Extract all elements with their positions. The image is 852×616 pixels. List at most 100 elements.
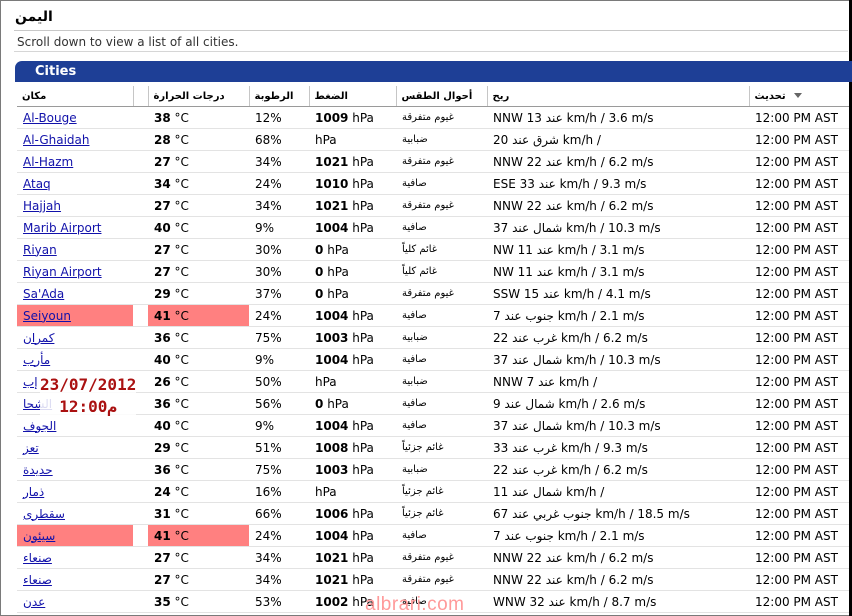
updated-cell: 12:00 PM AST: [749, 458, 849, 481]
city-link[interactable]: Sa'Ada: [23, 287, 64, 301]
city-link[interactable]: Hajjah: [23, 199, 61, 213]
column-header-humidity[interactable]: الرطوبة: [248, 86, 309, 107]
city-link[interactable]: ذمار: [23, 485, 44, 499]
pressure-cell: 0 hPa: [309, 282, 396, 305]
city-link[interactable]: تعز: [23, 441, 39, 455]
pressure-unit: hPa: [352, 440, 374, 455]
city-cell: حديدة: [17, 458, 133, 481]
column-header-conditions[interactable]: أحوال الطقس: [395, 86, 487, 107]
city-link[interactable]: مأرب: [23, 353, 50, 367]
humidity-cell: 56%: [249, 392, 309, 415]
temperature-unit: °C: [174, 110, 189, 125]
table-row: Seiyoun 41 °C 24% 1004 hPa صافية 7 جنوب عند k…: [17, 304, 849, 327]
pressure-value: 0: [315, 286, 324, 301]
city-link[interactable]: عدن: [23, 595, 45, 609]
humidity-cell: 34%: [249, 546, 309, 569]
table-row: الشحا 36 °C 56% 0 hPa صافية 9 شمال عند km/h /…: [17, 392, 849, 415]
column-header-pressure[interactable]: الضغط: [308, 86, 396, 107]
temperature-unit: °C: [174, 440, 189, 455]
pressure-cell: 0 hPa: [309, 260, 396, 283]
temperature-unit: °C: [174, 528, 189, 543]
pressure-cell: 1006 hPa: [309, 502, 396, 525]
pressure-unit: hPa: [352, 572, 374, 587]
city-link[interactable]: Al-Ghaidah: [23, 133, 89, 147]
pressure-cell: 1021 hPa: [309, 150, 396, 173]
updated-cell: 12:00 PM AST: [749, 546, 849, 569]
conditions-cell: غائم جزئياً: [396, 480, 487, 503]
city-link[interactable]: Riyan Airport: [23, 265, 102, 279]
column-header-temperature[interactable]: درجات الحرارة: [147, 86, 249, 107]
title-divider: [14, 30, 848, 31]
pressure-cell: 1021 hPa: [309, 546, 396, 569]
updated-cell: 12:00 PM AST: [749, 392, 849, 415]
wind-cell: NW 11 عند km/h / 3.1 m/s: [487, 260, 749, 283]
city-link[interactable]: حديدة: [23, 463, 53, 477]
city-link[interactable]: صنعاء: [23, 573, 52, 587]
pressure-unit: hPa: [352, 220, 374, 235]
pressure-unit: hPa: [352, 308, 374, 323]
table-header-row: مكان درجات الحرارة الرطوبة الضغط أحوال ا…: [17, 86, 849, 107]
temperature-unit: °C: [174, 264, 189, 279]
sort-descending-icon[interactable]: [793, 93, 802, 98]
city-link[interactable]: سيئون: [23, 529, 55, 543]
temperature-value: 36: [154, 462, 171, 477]
city-cell: Ataq: [17, 172, 133, 195]
wind-cell: NW 11 عند km/h / 3.1 m/s: [487, 238, 749, 261]
pressure-value: 1008: [315, 440, 349, 455]
pressure-unit: hPa: [315, 484, 337, 499]
updated-cell: 12:00 PM AST: [749, 304, 849, 327]
spacer-cell: [133, 260, 148, 283]
temperature-unit: °C: [174, 132, 189, 147]
column-header-city[interactable]: مكان: [17, 86, 133, 107]
column-header-wind[interactable]: ريح: [486, 86, 749, 107]
humidity-cell: 53%: [249, 590, 309, 613]
pressure-cell: 1008 hPa: [309, 436, 396, 459]
city-link[interactable]: صنعاء: [23, 551, 52, 565]
conditions-cell: غائم جزئياً: [396, 502, 487, 525]
city-link[interactable]: Ataq: [23, 177, 51, 191]
conditions-cell: غائم جزئياً: [396, 436, 487, 459]
temperature-cell: 40 °C: [148, 216, 249, 239]
pressure-value: 1002: [315, 594, 349, 609]
cities-panel-title: Cities: [35, 64, 77, 79]
pressure-value: 0: [315, 242, 324, 257]
temperature-value: 31: [154, 506, 171, 521]
column-header-updated[interactable]: تحديث: [748, 86, 849, 107]
humidity-cell: 68%: [249, 128, 309, 151]
pressure-unit: hPa: [352, 352, 374, 367]
city-cell: كمران: [17, 326, 133, 349]
wind-cell: NNW 22 عند km/h / 6.2 m/s: [487, 150, 749, 173]
conditions-cell: غيوم متفرقة: [396, 150, 487, 173]
city-link[interactable]: Marib Airport: [23, 221, 101, 235]
city-link[interactable]: الجوف: [23, 419, 56, 433]
updated-cell: 12:00 PM AST: [749, 216, 849, 239]
temperature-unit: °C: [174, 176, 189, 191]
table-row: Al-Ghaidah 28 °C 68% hPa ضبابية 20 شرق عند k…: [17, 128, 849, 151]
city-link[interactable]: Seiyoun: [23, 309, 71, 323]
humidity-cell: 75%: [249, 458, 309, 481]
pressure-unit: hPa: [327, 396, 349, 411]
city-link[interactable]: Al-Hazm: [23, 155, 73, 169]
temperature-unit: °C: [174, 484, 189, 499]
city-link[interactable]: Riyan: [23, 243, 57, 257]
spacer-cell: [133, 282, 148, 305]
city-link[interactable]: Al-Bouge: [23, 111, 77, 125]
temperature-unit: °C: [174, 220, 189, 235]
pressure-value: 1003: [315, 330, 349, 345]
city-link[interactable]: سقطرى: [23, 507, 65, 521]
pressure-cell: 1004 hPa: [309, 348, 396, 371]
temperature-unit: °C: [174, 594, 189, 609]
spacer-cell: [133, 128, 148, 151]
scroll-hint: Scroll down to view a list of all cities…: [17, 35, 239, 49]
city-link[interactable]: إب: [23, 375, 38, 389]
pressure-value: 1021: [315, 154, 349, 169]
conditions-cell: صافية: [396, 524, 487, 547]
pressure-unit: hPa: [352, 154, 374, 169]
city-cell: سيئون: [17, 524, 133, 547]
humidity-cell: 50%: [249, 370, 309, 393]
city-link[interactable]: كمران: [23, 331, 54, 345]
temperature-value: 38: [154, 110, 171, 125]
pressure-unit: hPa: [352, 506, 374, 521]
updated-cell: 12:00 PM AST: [749, 348, 849, 371]
temperature-cell: 27 °C: [148, 150, 249, 173]
